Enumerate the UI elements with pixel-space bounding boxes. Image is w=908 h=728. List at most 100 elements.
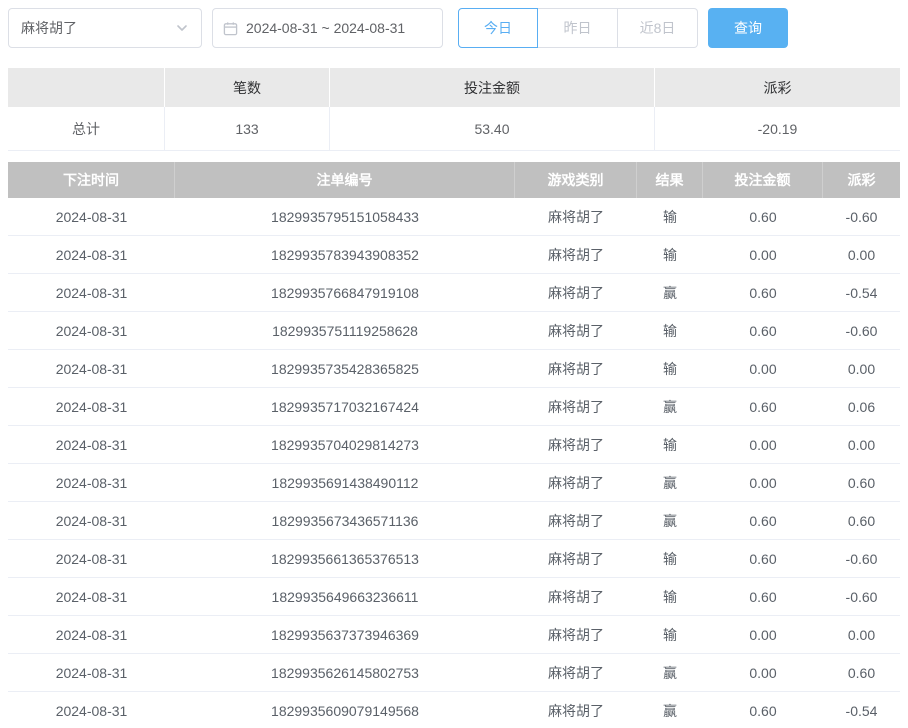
table-row: 2024-08-311829935661365376513麻将胡了输0.60-0… <box>8 540 900 578</box>
cell-payout: 0.00 <box>823 350 900 387</box>
table-row: 2024-08-311829935795151058433麻将胡了输0.60-0… <box>8 198 900 236</box>
cell-bet-id: 1829935673436571136 <box>175 502 515 539</box>
cell-bet-id: 1829935649663236611 <box>175 578 515 615</box>
header-bet-time: 下注时间 <box>8 162 175 198</box>
cell-game-type: 麻将胡了 <box>515 350 637 387</box>
cell-game-type: 麻将胡了 <box>515 502 637 539</box>
search-button[interactable]: 查询 <box>708 8 788 48</box>
cell-result: 赢 <box>637 388 703 425</box>
cell-payout: 0.00 <box>823 426 900 463</box>
cell-bet-amount: 0.60 <box>703 198 823 235</box>
date-range-value: 2024-08-31 ~ 2024-08-31 <box>246 20 405 36</box>
summary-total-bet-amount: 53.40 <box>330 107 655 150</box>
cell-payout: -0.60 <box>823 198 900 235</box>
cell-game-type: 麻将胡了 <box>515 426 637 463</box>
cell-bet-id: 1829935661365376513 <box>175 540 515 577</box>
summary-header-payout: 派彩 <box>655 68 900 107</box>
cell-result: 赢 <box>637 692 703 728</box>
cell-game-type: 麻将胡了 <box>515 540 637 577</box>
cell-game-type: 麻将胡了 <box>515 616 637 653</box>
table-body: 2024-08-311829935795151058433麻将胡了输0.60-0… <box>8 198 900 728</box>
cell-result: 输 <box>637 198 703 235</box>
yesterday-button[interactable]: 昨日 <box>538 8 618 48</box>
cell-bet-amount: 0.00 <box>703 654 823 691</box>
cell-bet-id: 1829935766847919108 <box>175 274 515 311</box>
bet-records-page: 麻将胡了 2024-08-31 ~ 2024-08-31 今日 昨日 近8日 查… <box>0 0 908 728</box>
table-row: 2024-08-311829935673436571136麻将胡了赢0.600.… <box>8 502 900 540</box>
cell-bet-id: 1829935717032167424 <box>175 388 515 425</box>
cell-bet-amount: 0.60 <box>703 312 823 349</box>
cell-bet-id: 1829935626145802753 <box>175 654 515 691</box>
cell-game-type: 麻将胡了 <box>515 198 637 235</box>
toolbar: 麻将胡了 2024-08-31 ~ 2024-08-31 今日 昨日 近8日 查… <box>8 8 900 48</box>
table-row: 2024-08-311829935783943908352麻将胡了输0.000.… <box>8 236 900 274</box>
header-result: 结果 <box>637 162 703 198</box>
cell-bet-amount: 0.60 <box>703 692 823 728</box>
cell-bet-amount: 0.60 <box>703 502 823 539</box>
cell-bet-time: 2024-08-31 <box>8 692 175 728</box>
cell-result: 输 <box>637 350 703 387</box>
last-8-days-button[interactable]: 近8日 <box>618 8 698 48</box>
cell-result: 输 <box>637 426 703 463</box>
cell-game-type: 麻将胡了 <box>515 312 637 349</box>
table-row: 2024-08-311829935751119258628麻将胡了输0.60-0… <box>8 312 900 350</box>
cell-bet-amount: 0.00 <box>703 236 823 273</box>
cell-game-type: 麻将胡了 <box>515 274 637 311</box>
cell-bet-time: 2024-08-31 <box>8 312 175 349</box>
cell-game-type: 麻将胡了 <box>515 464 637 501</box>
cell-bet-time: 2024-08-31 <box>8 236 175 273</box>
cell-result: 输 <box>637 616 703 653</box>
cell-result: 赢 <box>637 654 703 691</box>
cell-result: 输 <box>637 578 703 615</box>
cell-bet-amount: 0.00 <box>703 426 823 463</box>
cell-bet-id: 1829935751119258628 <box>175 312 515 349</box>
header-game-type: 游戏类别 <box>515 162 637 198</box>
cell-bet-time: 2024-08-31 <box>8 274 175 311</box>
cell-bet-amount: 0.60 <box>703 274 823 311</box>
today-button[interactable]: 今日 <box>458 8 538 48</box>
table-row: 2024-08-311829935704029814273麻将胡了输0.000.… <box>8 426 900 464</box>
header-bet-amount: 投注金额 <box>703 162 823 198</box>
cell-bet-time: 2024-08-31 <box>8 198 175 235</box>
date-range-input[interactable]: 2024-08-31 ~ 2024-08-31 <box>212 8 443 48</box>
cell-game-type: 麻将胡了 <box>515 388 637 425</box>
cell-bet-amount: 0.60 <box>703 540 823 577</box>
cell-bet-time: 2024-08-31 <box>8 616 175 653</box>
quick-range-button-group: 今日 昨日 近8日 <box>458 8 698 48</box>
cell-payout: 0.00 <box>823 236 900 273</box>
game-select[interactable]: 麻将胡了 <box>8 8 202 48</box>
game-select-value: 麻将胡了 <box>21 18 77 38</box>
table-row: 2024-08-311829935691438490112麻将胡了赢0.000.… <box>8 464 900 502</box>
table-row: 2024-08-311829935735428365825麻将胡了输0.000.… <box>8 350 900 388</box>
cell-game-type: 麻将胡了 <box>515 578 637 615</box>
cell-bet-id: 1829935783943908352 <box>175 236 515 273</box>
summary-header-bet-amount: 投注金额 <box>330 68 655 107</box>
summary-header-count: 笔数 <box>165 68 330 107</box>
summary-total-row: 总计 133 53.40 -20.19 <box>8 107 900 150</box>
summary-header-row: 笔数 投注金额 派彩 <box>8 68 900 107</box>
cell-bet-amount: 0.60 <box>703 578 823 615</box>
table-row: 2024-08-311829935717032167424麻将胡了赢0.600.… <box>8 388 900 426</box>
cell-game-type: 麻将胡了 <box>515 654 637 691</box>
header-bet-id: 注单编号 <box>175 162 515 198</box>
cell-bet-time: 2024-08-31 <box>8 350 175 387</box>
cell-bet-time: 2024-08-31 <box>8 502 175 539</box>
chevron-down-icon <box>175 21 189 35</box>
cell-bet-amount: 0.00 <box>703 350 823 387</box>
cell-payout: 0.60 <box>823 464 900 501</box>
cell-bet-id: 1829935637373946369 <box>175 616 515 653</box>
cell-payout: -0.54 <box>823 274 900 311</box>
cell-bet-time: 2024-08-31 <box>8 464 175 501</box>
cell-result: 赢 <box>637 274 703 311</box>
cell-result: 赢 <box>637 464 703 501</box>
cell-result: 赢 <box>637 502 703 539</box>
cell-bet-id: 1829935704029814273 <box>175 426 515 463</box>
cell-result: 输 <box>637 312 703 349</box>
cell-bet-time: 2024-08-31 <box>8 578 175 615</box>
cell-payout: -0.54 <box>823 692 900 728</box>
cell-bet-time: 2024-08-31 <box>8 540 175 577</box>
cell-payout: 0.60 <box>823 502 900 539</box>
summary-total-label: 总计 <box>8 107 165 150</box>
cell-bet-time: 2024-08-31 <box>8 426 175 463</box>
cell-bet-id: 1829935691438490112 <box>175 464 515 501</box>
